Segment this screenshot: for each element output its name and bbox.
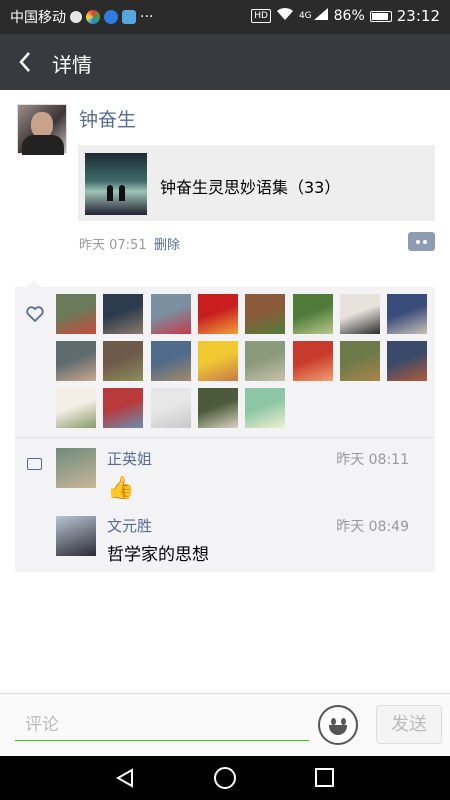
more-actions-button[interactable] xyxy=(408,232,435,251)
back-arrow-icon[interactable] xyxy=(14,48,38,76)
comment-text: 哲学家的思想 xyxy=(107,545,209,565)
liker-avatar[interactable] xyxy=(245,388,286,428)
liker-avatar[interactable] xyxy=(150,294,191,334)
shared-link-card[interactable]: 钟奋生灵思妙语集（33） xyxy=(78,145,435,221)
liker-avatar[interactable] xyxy=(292,294,333,334)
nav-back-icon[interactable] xyxy=(114,768,136,788)
comment-time: 昨天 08:11 xyxy=(336,452,409,468)
liker-avatar[interactable] xyxy=(56,294,96,334)
app-icon xyxy=(104,10,118,24)
nav-home-icon[interactable] xyxy=(214,767,236,789)
commenter-avatar[interactable] xyxy=(56,448,96,488)
app-icon xyxy=(86,10,100,24)
comment-time: 昨天 08:49 xyxy=(336,519,409,535)
network-label: 4G xyxy=(298,11,312,21)
liker-avatar[interactable] xyxy=(103,294,144,334)
liker-avatar[interactable] xyxy=(150,341,191,381)
liker-avatar[interactable] xyxy=(56,341,96,381)
shared-link-thumbnail xyxy=(85,153,147,215)
send-button[interactable]: 发送 xyxy=(376,705,442,744)
commenter-name[interactable]: 正英姐 xyxy=(107,448,152,469)
smiley-icon[interactable] xyxy=(318,705,358,745)
author-name[interactable]: 钟奋生 xyxy=(79,105,136,132)
signal-icon xyxy=(313,7,329,25)
liker-avatar[interactable] xyxy=(56,388,96,428)
liker-avatar[interactable] xyxy=(339,341,380,381)
liker-avatar[interactable] xyxy=(387,341,428,381)
top-bar: 详情 xyxy=(0,34,450,90)
carrier-label: 中国移动 xyxy=(10,10,66,26)
delete-link[interactable]: 删除 xyxy=(154,234,180,253)
app-icon xyxy=(70,11,82,23)
liker-avatar[interactable] xyxy=(245,294,286,334)
liker-avatar[interactable] xyxy=(197,294,238,334)
hd-icon: HD xyxy=(251,9,271,23)
commenter-avatar[interactable] xyxy=(56,516,96,556)
nav-recents-icon[interactable] xyxy=(315,768,334,787)
heart-icon xyxy=(26,306,44,327)
liker-avatar[interactable] xyxy=(292,341,333,381)
battery-icon xyxy=(369,10,392,22)
battery-percent: 86% xyxy=(333,8,365,24)
shared-link-title: 钟奋生灵思妙语集（33） xyxy=(160,178,341,197)
likes-panel xyxy=(15,287,435,437)
wifi-icon xyxy=(276,7,294,25)
status-bar: 中国移动 ··· HD 4G 86% 23:12 xyxy=(0,0,450,34)
liker-avatar[interactable] xyxy=(245,341,286,381)
liker-avatar[interactable] xyxy=(150,388,191,428)
comment-input[interactable] xyxy=(15,709,309,741)
liker-avatar[interactable] xyxy=(197,341,238,381)
liker-avatar[interactable] xyxy=(387,294,428,334)
liker-avatar[interactable] xyxy=(197,388,238,428)
app-icon xyxy=(122,10,136,24)
clock: 23:12 xyxy=(396,7,440,25)
comment-text: 👍 xyxy=(107,476,135,501)
post-time: 昨天 07:51 xyxy=(79,238,147,253)
page-title: 详情 xyxy=(52,53,92,77)
comment-icon xyxy=(27,458,42,470)
liker-avatar[interactable] xyxy=(103,341,144,381)
liker-avatar[interactable] xyxy=(339,294,380,334)
liker-avatar[interactable] xyxy=(103,388,144,428)
author-avatar[interactable] xyxy=(17,104,67,155)
system-nav-bar xyxy=(0,756,450,800)
comment-input-bar: 发送 xyxy=(0,693,450,756)
comments-panel: 正英姐 昨天 08:11 👍 文元胜 昨天 08:49 哲学家的思想 xyxy=(15,438,435,572)
commenter-name[interactable]: 文元胜 xyxy=(107,515,152,536)
more-notifications-icon: ··· xyxy=(140,9,154,25)
